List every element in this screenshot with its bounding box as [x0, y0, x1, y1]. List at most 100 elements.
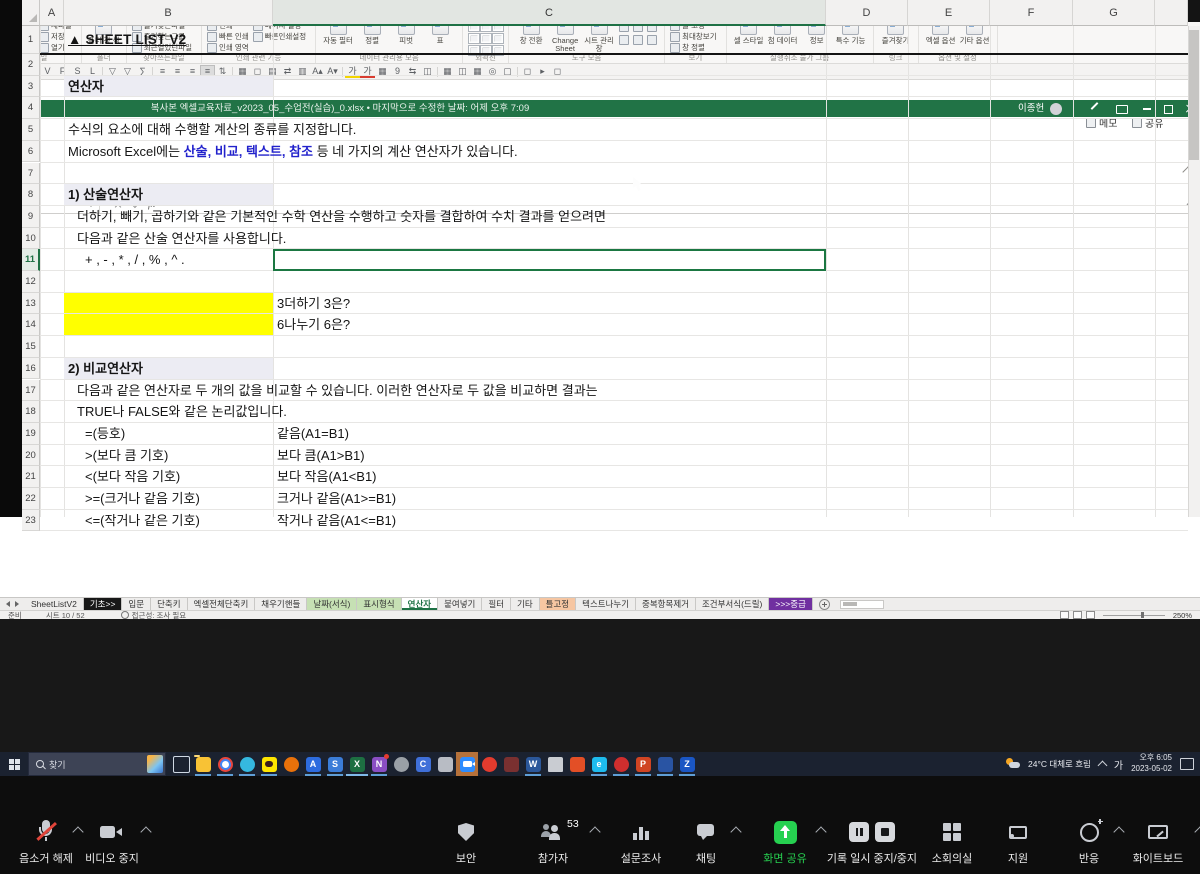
printer-icon[interactable]: [544, 752, 566, 776]
cell-B23[interactable]: <=(작거나 같은 기호): [85, 510, 200, 532]
freeze-icon[interactable]: ▦: [470, 65, 485, 78]
cell-C13[interactable]: 3더하기 3은?: [277, 293, 350, 315]
hwp-app-icon[interactable]: [566, 752, 588, 776]
tray-expand-icon[interactable]: [1097, 761, 1107, 771]
cell-C23[interactable]: 작거나 같음(A1<=B1): [277, 510, 396, 532]
border-style-icon[interactable]: [480, 33, 492, 44]
sheet-tab-5[interactable]: 엑셀전체단축키: [188, 598, 256, 610]
notification-center-icon[interactable]: [1180, 758, 1194, 770]
page-break-view-icon[interactable]: [1086, 611, 1095, 619]
gridlines-icon[interactable]: ▦: [440, 65, 455, 78]
borders-icon[interactable]: ▦: [375, 65, 390, 78]
powerpoint-icon[interactable]: P: [632, 752, 654, 776]
font-smaller-icon[interactable]: A▾: [325, 65, 340, 78]
sheet-tab-11[interactable]: 필터: [482, 598, 511, 610]
border-style-icon[interactable]: [492, 33, 504, 44]
ribbon-small-button[interactable]: 빠른 인쇄: [207, 31, 249, 42]
dark-app-icon[interactable]: [500, 752, 522, 776]
zoom-icon[interactable]: ◎: [485, 65, 500, 78]
note-app-icon[interactable]: N: [368, 752, 390, 776]
swap-icon[interactable]: ⇄: [280, 65, 295, 78]
cell-B22[interactable]: >=(크거나 같음 기호): [85, 488, 200, 510]
clock[interactable]: 오후 6:052023-05-02: [1131, 753, 1172, 775]
cell-fill-B13[interactable]: [64, 293, 273, 315]
account-name[interactable]: 이종헌: [1018, 100, 1044, 117]
ribbon-small-button[interactable]: 창 정렬: [670, 42, 717, 53]
split-icon[interactable]: ◫: [455, 65, 470, 78]
prev-sheet-icon[interactable]: [6, 601, 10, 607]
kakaotalk-icon[interactable]: [258, 752, 280, 776]
ime-indicator[interactable]: 가: [1114, 757, 1123, 772]
cell-C22[interactable]: 크거나 같음(A1>=B1): [277, 488, 396, 510]
cell-B8[interactable]: 1) 산술연산자: [68, 184, 143, 206]
cell-B17[interactable]: 다음과 같은 연산자로 두 개의 값을 비교할 수 있습니다. 이러한 연산자로…: [77, 380, 598, 402]
sheet-tab-10[interactable]: 붙여넣기: [438, 598, 482, 610]
file-explorer-icon[interactable]: [192, 752, 214, 776]
bank-app-icon[interactable]: [434, 752, 456, 776]
remote-app-icon[interactable]: [610, 752, 632, 776]
minimize-button[interactable]: [1143, 108, 1151, 110]
edge-icon[interactable]: [236, 752, 258, 776]
sheet-tab-15[interactable]: 중복항목제거: [636, 598, 696, 610]
row-header-21[interactable]: 21: [22, 466, 40, 488]
ribbon-small-button[interactable]: 최대창보기: [670, 31, 717, 42]
sheet-tab-17[interactable]: >>>중급: [769, 598, 813, 610]
cell-B19[interactable]: =(등호): [85, 423, 125, 445]
cell-B16[interactable]: 2) 비교연산자: [68, 358, 143, 380]
cell-B6[interactable]: Microsoft Excel에는 산술, 비교, 텍스트, 참조 등 네 가지…: [68, 141, 518, 163]
editing-mode-icon[interactable]: [1091, 102, 1099, 110]
columns-icon[interactable]: ▥: [295, 65, 310, 78]
row-header-22[interactable]: 22: [22, 488, 40, 510]
row-header-14[interactable]: 14: [22, 314, 40, 336]
page-layout-view-icon[interactable]: [1073, 611, 1082, 619]
font-bigger-icon[interactable]: A▴: [310, 65, 325, 78]
ribbon-small-button[interactable]: 저장: [39, 31, 72, 42]
row-header-6[interactable]: 6: [22, 141, 40, 163]
sheet-nav-arrows[interactable]: [0, 598, 25, 610]
blue-app-icon[interactable]: C: [412, 752, 434, 776]
number-format-icon[interactable]: 9: [390, 65, 405, 78]
z-app-icon[interactable]: Z: [676, 752, 698, 776]
ribbon-small-button[interactable]: 빠른인쇄설정: [253, 31, 306, 42]
start-button[interactable]: [0, 752, 28, 776]
design-app-icon[interactable]: S: [324, 752, 346, 776]
weather-icon[interactable]: [1006, 758, 1020, 770]
row-header-3[interactable]: 3: [22, 80, 40, 97]
row-header-18[interactable]: 18: [22, 401, 40, 423]
row-header-20[interactable]: 20: [22, 445, 40, 467]
tool-icon[interactable]: [619, 35, 629, 45]
cell-C14[interactable]: 6나누기 6은?: [277, 314, 350, 336]
cell-B9[interactable]: 더하기, 빼기, 곱하기와 같은 기본적인 수학 연산을 수행하고 숫자를 결합…: [77, 206, 606, 228]
panes-icon[interactable]: ▢: [500, 65, 515, 78]
sheet-tab-8[interactable]: 표시형식: [357, 598, 401, 610]
video-button[interactable]: 비디오 중지: [47, 818, 177, 866]
font-color-icon[interactable]: 가: [360, 65, 375, 78]
cell-B3[interactable]: 연산자: [68, 80, 104, 97]
border-style-icon[interactable]: [468, 33, 480, 44]
row-header-19[interactable]: 19: [22, 423, 40, 445]
ribbon-small-button[interactable]: 열기: [39, 42, 72, 53]
row-header-7[interactable]: 7: [22, 163, 40, 185]
row-header-4[interactable]: 4: [22, 97, 40, 119]
row-header-17[interactable]: 17: [22, 380, 40, 402]
sheet-tab-13[interactable]: 틀고정: [540, 598, 576, 610]
chrome-icon[interactable]: [214, 752, 236, 776]
search-app-icon[interactable]: [280, 752, 302, 776]
row-header-13[interactable]: 13: [22, 293, 40, 315]
cell-B11[interactable]: + , - , * , / , % , ^ .: [85, 249, 185, 271]
cell-fill-B14[interactable]: [64, 314, 273, 336]
document-title[interactable]: 복사본 엑셀교육자료_v2023_05_수업전(실습)_0.xlsx • 마지막…: [90, 100, 590, 117]
row-header-8[interactable]: 8: [22, 184, 40, 206]
selected-cell-C11[interactable]: [273, 249, 826, 271]
sheet-tab-2[interactable]: 기초>>: [84, 598, 123, 610]
run-icon[interactable]: ▸: [535, 65, 550, 78]
taskbar-search[interactable]: 찾기: [28, 752, 166, 776]
sheet-tab-9[interactable]: 연산자: [402, 598, 438, 610]
sheet-tab-14[interactable]: 텍스트나누기: [576, 598, 636, 610]
cell-B20[interactable]: >(보다 큼 기호): [85, 445, 168, 467]
zoom-level[interactable]: 250%: [1173, 611, 1192, 620]
v-macro-icon[interactable]: V: [40, 65, 55, 78]
cell-B21[interactable]: <(보다 작음 기호): [85, 466, 180, 488]
indent-icon[interactable]: ⇆: [405, 65, 420, 78]
tool-icon[interactable]: [633, 35, 643, 45]
